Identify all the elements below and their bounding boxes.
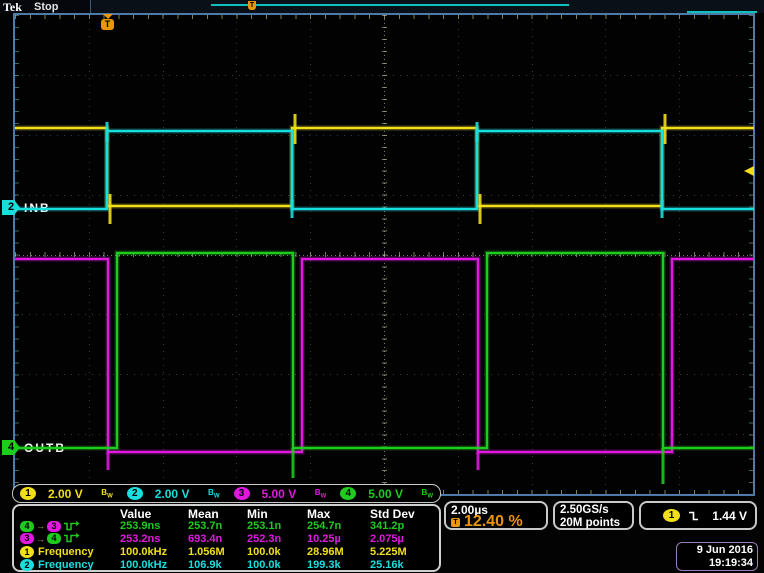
measurement-row-delay-3-4[interactable]: 3 → 4 253.2ns 693.4n 252.3n 10.25µ 2.075… xyxy=(20,533,435,546)
bandwidth-limit-icon: BW xyxy=(208,488,219,500)
channel-3-readout[interactable]: 3 5.00 V BW xyxy=(227,487,334,501)
time: 19:19:34 xyxy=(681,557,753,570)
sample-rate: 2.50GS/s xyxy=(560,504,627,517)
channel-1-badge[interactable]: 1 xyxy=(20,487,36,500)
measurement-row-delay-4-3[interactable]: 4 → 3 253.9ns 253.7n 253.1n 254.7n 341.2… xyxy=(20,520,435,533)
record-length: 20M points xyxy=(560,517,627,530)
channel-4-readout[interactable]: 4 5.00 V BW xyxy=(333,487,440,501)
source-3-badge: 3 xyxy=(47,521,61,532)
datetime-box: 9 Jun 2016 19:19:34 xyxy=(676,542,758,571)
channel-3-badge[interactable]: 3 xyxy=(234,487,250,500)
channel-3-scale: 5.00 V xyxy=(262,487,297,501)
bandwidth-limit-icon: BW xyxy=(101,488,112,500)
trigger-source-badge: 1 xyxy=(663,509,680,522)
trigger-position-marker[interactable]: T xyxy=(100,14,115,30)
channel-2-label: INB xyxy=(24,201,51,215)
col-value: Value xyxy=(120,507,188,521)
channel-4-badge[interactable]: 4 xyxy=(340,487,356,500)
source-4-badge: 4 xyxy=(47,533,61,544)
channel-2-readout[interactable]: 2 2.00 V BW xyxy=(120,487,227,501)
arrow-icon: → xyxy=(36,534,45,544)
channel-2-badge[interactable]: 2 xyxy=(2,200,20,215)
trigger-t-icon: T xyxy=(451,518,460,527)
source-3-badge: 3 xyxy=(20,533,34,544)
trigger-position-percent: 12.40 % xyxy=(464,516,523,528)
channel-2-badge: 2 xyxy=(20,559,34,571)
horizontal-settings-box[interactable]: 2.00µs T 12.40 % xyxy=(444,501,548,530)
channel-2-position-marker[interactable]: 2 INB xyxy=(2,200,51,215)
trigger-settings-box[interactable]: 1 1.44 V xyxy=(639,501,757,530)
center-vertical-axis xyxy=(382,15,387,494)
channel-readout-bar: 1 2.00 V BW 2 2.00 V BW 3 5.00 V BW 4 5.… xyxy=(12,484,441,503)
col-min: Min xyxy=(247,507,307,521)
channel-4-badge[interactable]: 4 xyxy=(2,440,20,455)
trigger-level: 1.44 V xyxy=(712,509,747,523)
trigger-level-arrow-icon[interactable] xyxy=(744,166,754,176)
channel-1-scale: 2.00 V xyxy=(48,487,83,501)
graticule xyxy=(13,13,755,496)
record-view-bar[interactable] xyxy=(211,4,569,6)
arrow-icon: → xyxy=(36,521,45,531)
channel-1-readout[interactable]: 1 2.00 V BW xyxy=(13,487,120,501)
record-view-panel: T xyxy=(90,0,764,13)
delay-edge-icon xyxy=(63,521,81,532)
measurement-header-row: Value Mean Min Max Std Dev xyxy=(20,507,435,520)
falling-edge-slope-icon xyxy=(688,510,702,522)
col-max: Max xyxy=(307,507,370,521)
measurement-table: Value Mean Min Max Std Dev 4 → 3 253.9ns… xyxy=(12,504,441,572)
channel-1-badge: 1 xyxy=(20,546,34,558)
channel-4-position-marker[interactable]: 4 OUTB xyxy=(2,440,66,455)
acquisition-box[interactable]: 2.50GS/s 20M points xyxy=(553,501,634,530)
delay-edge-icon xyxy=(63,533,81,544)
col-mean: Mean xyxy=(188,507,247,521)
bandwidth-limit-icon: BW xyxy=(422,488,433,500)
col-stddev: Std Dev xyxy=(370,507,435,521)
header: Tek Stop T xyxy=(0,0,764,13)
channel-2-badge[interactable]: 2 xyxy=(127,487,143,500)
channel-2-scale: 2.00 V xyxy=(155,487,190,501)
trigger-t-icon: T xyxy=(101,19,114,30)
source-4-badge: 4 xyxy=(20,521,34,532)
channel-4-scale: 5.00 V xyxy=(368,487,403,501)
measurement-row-ch2-frequency[interactable]: 2 Frequency 100.0kHz 106.9k 100.0k 199.3… xyxy=(20,558,435,571)
record-trigger-marker[interactable]: T xyxy=(248,1,256,10)
channel-4-label: OUTB xyxy=(24,441,66,455)
measurement-row-ch1-frequency[interactable]: 1 Frequency 100.0kHz 1.056M 100.0k 28.96… xyxy=(20,545,435,558)
acquisition-status: Stop xyxy=(34,1,58,13)
date: 9 Jun 2016 xyxy=(681,544,753,557)
bandwidth-limit-icon: BW xyxy=(315,488,326,500)
oscilloscope-screen: Tek Stop T T 2 INB 4 OUTB 1 2 xyxy=(0,0,764,573)
